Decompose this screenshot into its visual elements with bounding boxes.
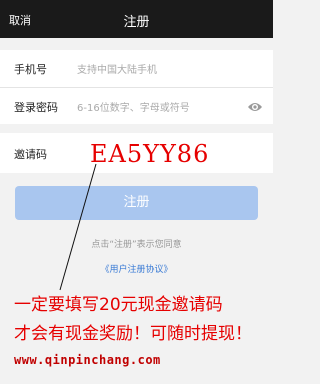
agreement-link[interactable]: 《用户注册协议》: [0, 262, 273, 275]
password-input[interactable]: 6-16位数字、字母或符号: [77, 99, 190, 114]
password-label: 登录密码: [14, 101, 58, 114]
phone-label: 手机号: [14, 63, 47, 76]
agree-text: 点击“注册”表示您同意: [91, 240, 182, 250]
register-button[interactable]: 注册: [15, 186, 258, 220]
page-title: 注册: [123, 15, 150, 30]
invite-code-input[interactable]: EA5YY86: [90, 140, 209, 168]
phone-input[interactable]: 支持中国大陆手机: [77, 61, 157, 76]
eye-icon[interactable]: [247, 99, 263, 113]
header-bar: 取消 注册: [0, 0, 273, 38]
password-row[interactable]: 登录密码 6-16位数字、字母或符号: [0, 88, 273, 124]
promo-line-2: 才会有现金奖励！可随时提现！: [14, 324, 252, 344]
invite-label: 邀请码: [14, 148, 47, 161]
promo-line-1: 一定要填写20元现金邀请码: [14, 295, 223, 315]
site-url: www.qinpinchang.com: [14, 353, 161, 367]
phone-row[interactable]: 手机号 支持中国大陆手机: [0, 50, 273, 86]
credentials-card: 手机号 支持中国大陆手机 登录密码 6-16位数字、字母或符号: [0, 50, 273, 124]
